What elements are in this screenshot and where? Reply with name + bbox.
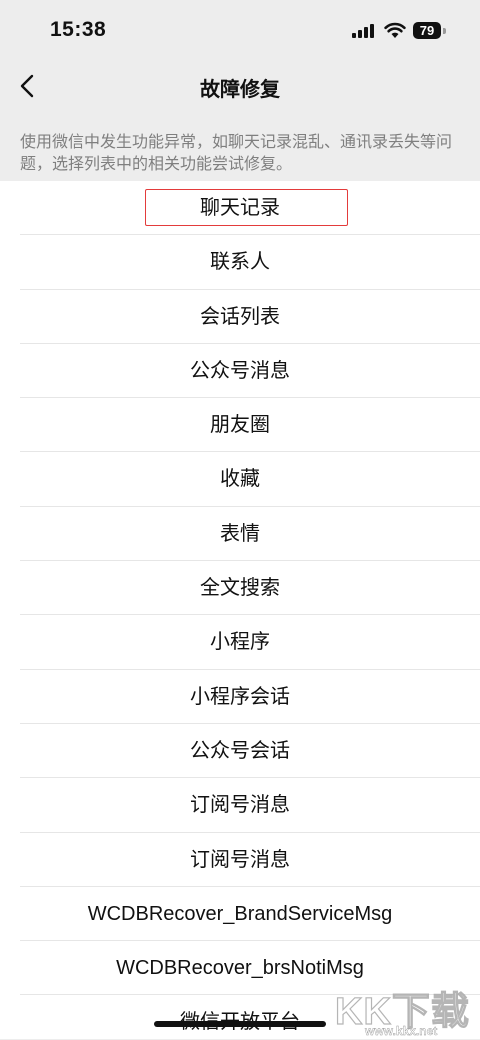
battery-icon: 79 <box>413 22 441 39</box>
list-item-label: 全文搜索 <box>200 577 280 600</box>
description-text: 使用微信中发生功能异常，如聊天记录混乱、通讯录丢失等问题，选择列表中的相关功能尝… <box>20 134 453 173</box>
list-item-label: 会话列表 <box>200 305 280 328</box>
list-item-mini-program-conversations[interactable]: 小程序会话 <box>0 670 480 725</box>
list-item-label: 订阅号消息 <box>190 848 290 871</box>
repair-options-list: 聊天记录 联系人 会话列表 公众号消息 朋友圈 收藏 表情 全文搜索 小程序 小… <box>0 181 480 1039</box>
list-item-label: WCDBRecover_brsNotiMsg <box>116 957 364 980</box>
list-item-chat-history[interactable]: 聊天记录 <box>0 181 480 236</box>
list-item-official-account-messages[interactable]: 公众号消息 <box>0 344 480 399</box>
list-item-label: 聊天记录 <box>200 197 280 219</box>
list-item-conversation-list[interactable]: 会话列表 <box>0 290 480 345</box>
list-item-full-text-search[interactable]: 全文搜索 <box>0 561 480 616</box>
home-indicator <box>154 1021 326 1027</box>
watermark: KK下载 www.kkx.net <box>334 980 475 1040</box>
nav-bar: 故障修复 <box>0 60 480 112</box>
list-item-mini-programs[interactable]: 小程序 <box>0 615 480 670</box>
list-item-label: 公众号消息 <box>190 359 290 382</box>
watermark-url: www.kkx.net <box>365 1024 438 1038</box>
list-item-official-account-conversations[interactable]: 公众号会话 <box>0 724 480 779</box>
list-item-label: 表情 <box>220 522 260 545</box>
list-item-label: 小程序 <box>210 631 270 654</box>
list-item-label: WCDBRecover_BrandServiceMsg <box>87 902 393 925</box>
list-item-label: 收藏 <box>220 468 260 491</box>
list-item-label: 朋友圈 <box>210 414 270 437</box>
list-item-favorites[interactable]: 收藏 <box>0 452 480 508</box>
battery-cap <box>443 28 446 34</box>
list-item-contacts[interactable]: 联系人 <box>0 235 480 290</box>
list-item-label: 小程序会话 <box>190 685 290 708</box>
status-bar: 15:38 79 <box>0 0 480 60</box>
list-item-wcdb-brand-service-msg[interactable]: WCDBRecover_BrandServiceMsg <box>0 887 480 942</box>
list-item-subscription-messages-2[interactable]: 订阅号消息 <box>0 833 480 888</box>
list-item-subscription-messages[interactable]: 订阅号消息 <box>0 778 480 833</box>
list-item-label: 联系人 <box>210 251 270 274</box>
list-item-label: 订阅号消息 <box>190 794 290 817</box>
wifi-icon <box>384 22 406 38</box>
list-item-label: 公众号会话 <box>190 739 290 762</box>
list-item-stickers[interactable]: 表情 <box>0 507 480 562</box>
status-time: 15:38 <box>50 18 107 41</box>
cellular-signal-icon <box>352 24 374 38</box>
page-title: 故障修复 <box>200 79 280 101</box>
list-item-moments[interactable]: 朋友圈 <box>0 398 480 453</box>
